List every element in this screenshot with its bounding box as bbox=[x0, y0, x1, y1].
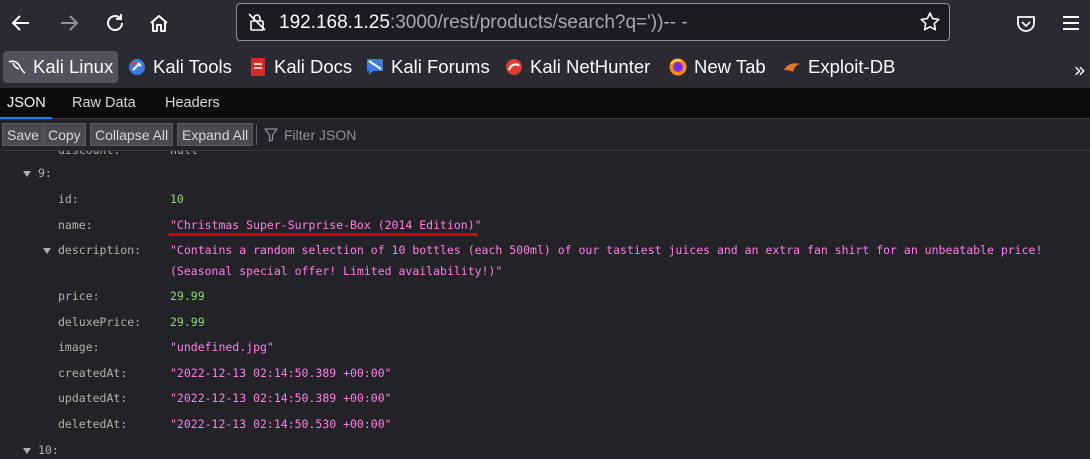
copy-button[interactable]: Copy bbox=[43, 123, 86, 146]
json-value-deleted-at: "2022-12-13 02:14:50.530 +00:00" bbox=[170, 417, 392, 431]
bookmark-label: Kali Docs bbox=[274, 56, 353, 77]
bookmark-label: Exploit-DB bbox=[808, 56, 896, 77]
forward-button[interactable] bbox=[55, 9, 83, 37]
highlight-underline bbox=[168, 233, 478, 236]
bookmark-exploit-db[interactable]: Exploit-DB bbox=[782, 51, 895, 83]
bookmarks-overflow-icon[interactable]: » bbox=[1074, 58, 1086, 82]
json-key: discount: bbox=[58, 151, 120, 157]
json-key-price: price: bbox=[58, 289, 100, 303]
expand-toggle-icon[interactable] bbox=[22, 446, 32, 456]
firefox-icon bbox=[669, 58, 687, 76]
tab-raw-data[interactable]: Raw Data bbox=[72, 88, 136, 119]
json-value-price: 29.99 bbox=[170, 289, 205, 303]
bookmark-kali-linux[interactable]: Kali Linux bbox=[3, 51, 119, 83]
home-icon bbox=[150, 15, 168, 32]
hamburger-menu-icon bbox=[1063, 16, 1079, 30]
bookmark-kali-tools[interactable]: Kali Tools bbox=[127, 51, 232, 83]
json-key-created-at: createdAt: bbox=[58, 366, 128, 380]
kali-docs-icon bbox=[251, 58, 265, 76]
bookmark-label: Kali Forums bbox=[391, 56, 490, 77]
toolbar-separator bbox=[256, 125, 257, 145]
reload-icon bbox=[107, 14, 123, 31]
bookmark-label: Kali Linux bbox=[33, 56, 114, 77]
partial-row: discount: bbox=[58, 151, 120, 157]
json-key-updated-at: updatedAt: bbox=[58, 391, 128, 405]
reload-button[interactable] bbox=[101, 9, 129, 37]
json-value: null bbox=[170, 151, 198, 157]
json-value-created-at: "2022-12-13 02:14:50.389 +00:00" bbox=[170, 366, 392, 380]
json-key-deluxe-price: deluxePrice: bbox=[58, 315, 142, 329]
insecure-lock-icon bbox=[248, 13, 266, 31]
kali-tools-icon bbox=[129, 59, 145, 75]
expand-toggle-icon[interactable] bbox=[42, 246, 52, 256]
expand-all-button[interactable]: Expand All bbox=[177, 123, 254, 146]
bookmark-label: New Tab bbox=[694, 56, 766, 77]
back-button[interactable] bbox=[7, 9, 35, 37]
back-arrow-icon bbox=[11, 15, 29, 31]
navigation-bar: 192.168.1.25:3000/rest/products/search?q… bbox=[0, 0, 1090, 46]
bookmarks-toolbar: Kali Linux Kali Tools Kali Docs Kali For… bbox=[0, 46, 1090, 88]
json-tree: discount: null 9: id: 10 name: "Christma… bbox=[0, 151, 1090, 459]
json-item-index[interactable]: 10: bbox=[38, 443, 59, 457]
partial-value: null bbox=[170, 151, 198, 157]
pocket-button[interactable] bbox=[1012, 9, 1040, 37]
json-key-description: description: bbox=[58, 243, 142, 257]
pocket-icon bbox=[1017, 16, 1035, 32]
json-value-updated-at: "2022-12-13 02:14:50.389 +00:00" bbox=[170, 391, 392, 405]
expand-toggle-icon[interactable] bbox=[22, 169, 32, 179]
json-value-description-line2: (Seasonal special offer! Limited availab… bbox=[170, 264, 503, 278]
json-viewer-tabs: JSON Raw Data Headers bbox=[0, 88, 1090, 119]
json-value-image: "undefined.jpg" bbox=[170, 340, 274, 354]
json-value-description-line1: "Contains a random selection of 10 bottl… bbox=[170, 243, 1043, 257]
forward-arrow-icon bbox=[61, 15, 79, 31]
bookmark-star-icon[interactable] bbox=[919, 11, 941, 33]
json-value-id: 10 bbox=[170, 192, 184, 206]
kali-forums-icon bbox=[367, 59, 383, 75]
bookmark-kali-nethunter[interactable]: Kali NetHunter bbox=[504, 51, 650, 83]
kali-dragon-icon bbox=[8, 60, 26, 74]
json-key-id: id: bbox=[58, 192, 79, 206]
json-value-deluxe-price: 29.99 bbox=[170, 315, 205, 329]
menu-button[interactable] bbox=[1057, 9, 1085, 37]
bookmark-new-tab[interactable]: New Tab bbox=[668, 51, 766, 83]
json-value-name: "Christmas Super-Surprise-Box (2014 Edit… bbox=[170, 218, 482, 232]
json-key-image: image: bbox=[58, 340, 100, 354]
bookmark-label: Kali NetHunter bbox=[530, 56, 651, 77]
url-text: 192.168.1.25:3000/rest/products/search?q… bbox=[279, 12, 688, 34]
tab-headers[interactable]: Headers bbox=[165, 88, 220, 119]
url-bar[interactable]: 192.168.1.25:3000/rest/products/search?q… bbox=[236, 3, 950, 41]
filter-icon bbox=[264, 128, 278, 142]
kali-nethunter-icon bbox=[506, 59, 522, 75]
collapse-all-button[interactable]: Collapse All bbox=[90, 123, 174, 146]
url-host: 192.168.1.25 bbox=[279, 12, 390, 33]
json-item-index[interactable]: 9: bbox=[38, 166, 52, 180]
json-key-deleted-at: deletedAt: bbox=[58, 417, 128, 431]
exploit-db-icon bbox=[784, 63, 800, 72]
bookmark-kali-forums[interactable]: Kali Forums bbox=[365, 51, 490, 83]
home-button[interactable] bbox=[145, 9, 173, 37]
json-key-name: name: bbox=[58, 218, 93, 232]
save-button[interactable]: Save bbox=[2, 123, 44, 146]
bookmark-kali-docs[interactable]: Kali Docs bbox=[248, 51, 352, 83]
bookmark-label: Kali Tools bbox=[153, 56, 232, 77]
url-path: :3000/rest/products/search?q='))-- - bbox=[389, 12, 688, 33]
json-toolbar: Save Copy Collapse All Expand All Filter… bbox=[0, 119, 1090, 151]
tab-json[interactable]: JSON bbox=[0, 88, 52, 119]
filter-json-input[interactable]: Filter JSON bbox=[284, 125, 356, 145]
